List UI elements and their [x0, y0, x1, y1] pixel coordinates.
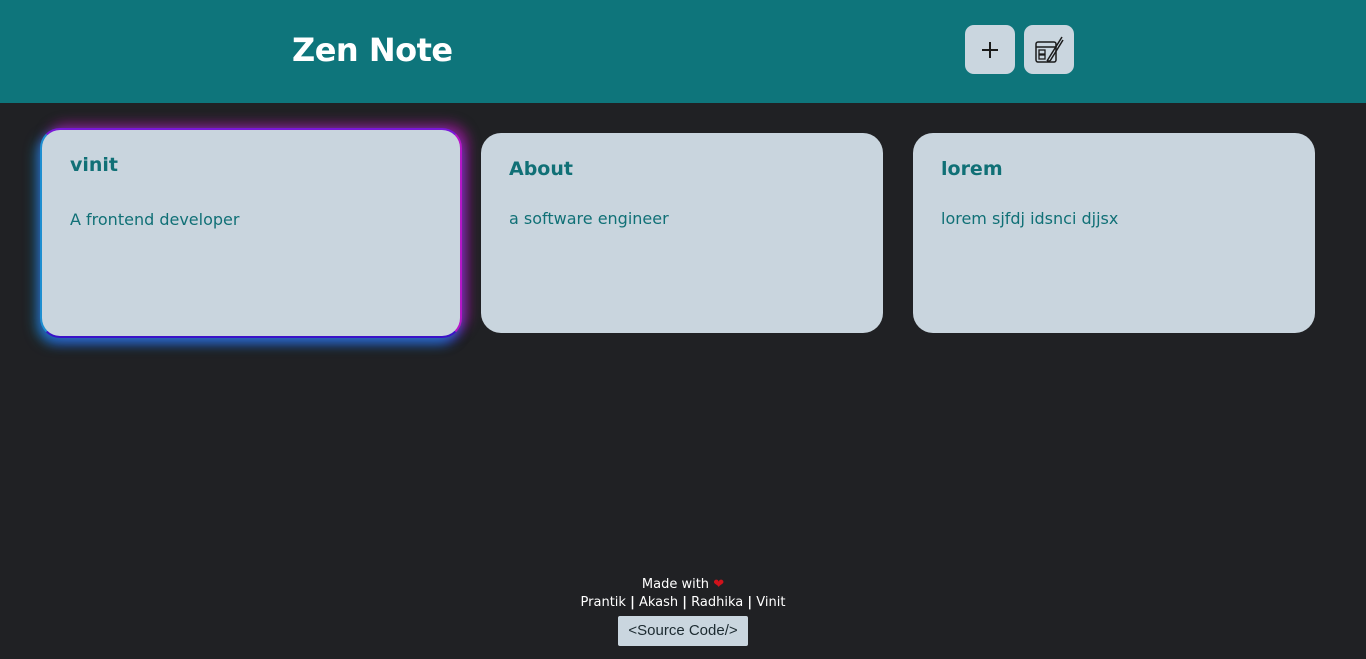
page-footer: Made with ❤ Prantik | Akash | Radhika | … — [0, 576, 1366, 646]
credit-link-radhika[interactable]: Radhika — [691, 595, 743, 610]
note-body: lorem sjfdj idsnci djjsx — [941, 209, 1119, 228]
credit-link-akash[interactable]: Akash — [639, 595, 678, 610]
heart-icon: ❤ — [713, 577, 725, 592]
note-body: A frontend developer — [70, 210, 240, 229]
credit-separator: | — [747, 595, 753, 610]
app-header: Zen Note — [0, 0, 1366, 103]
note-card[interactable]: vinit A frontend developer — [40, 128, 462, 338]
made-with-line: Made with ❤ — [0, 576, 1366, 594]
source-code-button[interactable]: <Source Code/> — [618, 616, 748, 646]
credit-link-vinit[interactable]: Vinit — [756, 595, 785, 610]
edit-notes-button[interactable] — [1024, 25, 1074, 74]
note-body: a software engineer — [509, 209, 669, 228]
credits-line: Prantik | Akash | Radhika | Vinit — [0, 594, 1366, 612]
note-title: vinit — [70, 154, 119, 176]
add-note-button[interactable] — [965, 25, 1015, 74]
note-card[interactable]: About a software engineer — [481, 133, 883, 333]
note-title: About — [509, 158, 573, 180]
credit-separator: | — [630, 595, 635, 610]
plus-icon — [982, 41, 998, 58]
made-with-text: Made with — [641, 577, 710, 592]
notepad-edit-icon — [1035, 36, 1064, 63]
app-title: Zen Note — [292, 31, 453, 69]
credit-separator: | — [682, 595, 688, 610]
credit-link-prantik[interactable]: Prantik — [581, 595, 626, 610]
note-title: lorem — [941, 158, 1003, 180]
note-card[interactable]: lorem lorem sjfdj idsnci djjsx — [913, 133, 1315, 333]
